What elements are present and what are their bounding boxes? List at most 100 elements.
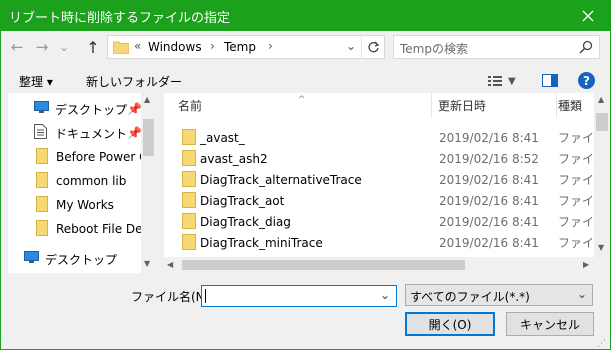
address-bar[interactable]: « Windows › Temp › ⌄ — [107, 35, 385, 59]
view-options-button[interactable]: ▼ — [488, 73, 522, 89]
pin-icon: 📌 — [127, 102, 141, 116]
scroll-down-icon[interactable]: ▼ — [144, 259, 150, 268]
file-row[interactable]: DiagTrack_aot 2019/02/16 8:41 ファイル — [178, 190, 606, 211]
cancel-button-label: キャンセル — [519, 317, 580, 332]
scroll-right-icon[interactable]: ▶ — [583, 260, 589, 269]
address-overflow[interactable]: « — [134, 39, 141, 53]
window-title: リブート時に削除するファイルの指定 — [9, 11, 231, 26]
close-button[interactable] — [565, 0, 611, 31]
address-dropdown-button[interactable]: ⌄ — [346, 39, 356, 53]
column-label: 更新日時 — [438, 99, 487, 113]
scroll-up-icon[interactable]: ▲ — [598, 95, 604, 104]
sidebar-item-label: デスクトップ — [55, 102, 128, 117]
folder-icon — [36, 219, 48, 239]
file-name: DiagTrack_diag — [200, 214, 291, 229]
breadcrumb-separator[interactable]: › — [268, 39, 273, 53]
up-button[interactable]: ↑ — [82, 37, 104, 57]
file-name: avast_ash2 — [200, 151, 268, 166]
search-box[interactable]: Tempの検索 — [393, 35, 600, 59]
preview-pane-button[interactable] — [542, 74, 558, 90]
cancel-button[interactable]: キャンセル — [506, 312, 594, 336]
column-header-type[interactable]: 種類 — [558, 93, 594, 118]
file-row[interactable]: avast_ash2 2019/02/16 8:52 ファイル — [178, 148, 606, 169]
folder-icon — [182, 129, 196, 145]
file-date: 2019/02/16 8:41 — [439, 193, 539, 208]
file-row[interactable]: DiagTrack_alternativeTrace 2019/02/16 8:… — [178, 169, 606, 190]
back-arrow-icon: ← — [10, 38, 24, 56]
desktop-icon — [24, 251, 39, 267]
help-button[interactable]: ? — [578, 72, 595, 89]
sidebar-item-desktop[interactable]: デスクトップ 📌 — [8, 97, 141, 121]
sidebar-item-label: My Works — [56, 198, 114, 212]
resize-grip-icon[interactable]: ⋰ — [597, 339, 606, 349]
folder-icon — [36, 195, 48, 215]
file-date: 2019/02/16 8:41 — [439, 235, 539, 250]
horizontal-scroll-thumb[interactable] — [182, 260, 465, 270]
chevron-down-icon[interactable]: ⌄ — [380, 288, 390, 302]
file-list-vertical-scrollbar[interactable]: ▲ ▼ — [594, 93, 610, 257]
open-button-label: 開く(O) — [428, 317, 472, 332]
details-view-icon — [488, 76, 502, 86]
file-row[interactable]: DiagTrack_miniTrace 2019/02/16 8:41 ファイル — [178, 232, 606, 253]
back-button[interactable]: ← — [6, 37, 28, 57]
organize-menu[interactable]: 整理 ▾ — [19, 73, 53, 90]
sidebar-item-folder[interactable]: Before Power Of — [8, 145, 141, 169]
file-row[interactable]: DiagTrack_diag 2019/02/16 8:41 ファイル — [178, 211, 606, 232]
folder-icon — [112, 40, 130, 57]
dialog-footer: ファイル名(N): ⌄ すべてのファイル(*.*) ⌄ 開く(O) キャンセル … — [0, 273, 611, 350]
open-button[interactable]: 開く(O) — [405, 312, 495, 336]
filename-combobox[interactable]: ⌄ — [201, 285, 397, 307]
folder-icon — [182, 213, 196, 229]
file-list-horizontal-scrollbar[interactable]: ◀ ▶ — [164, 257, 594, 273]
sidebar-item-label: ドキュメント — [55, 126, 128, 141]
breadcrumb-temp[interactable]: Temp — [224, 40, 256, 54]
column-header-name[interactable]: 名前 — [178, 93, 432, 118]
file-name: DiagTrack_alternativeTrace — [200, 172, 362, 187]
sidebar-item-folder[interactable]: common lib — [8, 169, 141, 193]
filetype-select[interactable]: すべてのファイル(*.*) ⌄ — [405, 284, 593, 306]
column-header-date[interactable]: 更新日時 — [432, 93, 557, 118]
sidebar-item-folder[interactable]: Reboot File Dele — [8, 217, 141, 241]
sidebar-item-documents[interactable]: ドキュメント 📌 — [8, 121, 141, 145]
scroll-up-icon[interactable]: ▲ — [144, 95, 150, 104]
forward-button[interactable]: → — [31, 37, 53, 57]
chevron-down-icon: ⌄ — [58, 40, 70, 54]
folder-icon — [182, 234, 196, 250]
scroll-left-icon[interactable]: ◀ — [167, 260, 173, 269]
pin-icon: 📌 — [127, 126, 141, 140]
breadcrumb-windows[interactable]: Windows — [148, 40, 202, 54]
file-list: ^ 名前 更新日時 種類 _avast_ 2019/02/16 8:41 ファイ… — [164, 93, 610, 273]
sidebar-scroll-thumb[interactable] — [143, 119, 154, 156]
folder-icon — [36, 171, 48, 191]
file-date: 2019/02/16 8:41 — [439, 130, 539, 145]
chevron-down-icon: ⌄ — [577, 287, 588, 301]
file-date: 2019/02/16 8:41 — [439, 172, 539, 187]
refresh-icon — [368, 41, 380, 52]
folder-icon — [36, 147, 48, 167]
breadcrumb-separator[interactable]: › — [210, 39, 215, 53]
scrollbar-corner — [594, 257, 610, 273]
recent-locations-button[interactable]: ⌄ — [56, 37, 72, 57]
forward-arrow-icon: → — [35, 38, 49, 56]
preview-pane-icon — [542, 74, 558, 87]
sidebar-scrollbar[interactable]: ▲ ▼ — [141, 93, 156, 273]
new-folder-button[interactable]: 新しいフォルダー — [86, 73, 182, 90]
help-icon: ? — [583, 73, 590, 88]
file-name: DiagTrack_aot — [200, 193, 285, 208]
file-date: 2019/02/16 8:41 — [439, 214, 539, 229]
folder-icon — [182, 150, 196, 166]
search-input[interactable]: Tempの検索 — [400, 40, 468, 57]
vertical-scroll-thumb[interactable] — [596, 113, 608, 131]
refresh-button[interactable] — [361, 35, 385, 59]
scroll-down-icon[interactable]: ▼ — [598, 243, 604, 252]
column-label: 種類 — [558, 99, 583, 113]
file-row[interactable]: _avast_ 2019/02/16 8:41 ファイル — [178, 127, 606, 148]
text-cursor — [205, 289, 206, 303]
file-name: DiagTrack_miniTrace — [200, 235, 323, 250]
up-arrow-icon: ↑ — [86, 37, 100, 57]
sidebar-item-desktop[interactable]: デスクトップ — [8, 247, 141, 271]
chevron-down-icon: ⌄ — [346, 39, 357, 53]
column-label: 名前 — [178, 99, 203, 113]
document-icon — [34, 124, 47, 142]
sidebar-item-folder[interactable]: My Works — [8, 193, 141, 217]
